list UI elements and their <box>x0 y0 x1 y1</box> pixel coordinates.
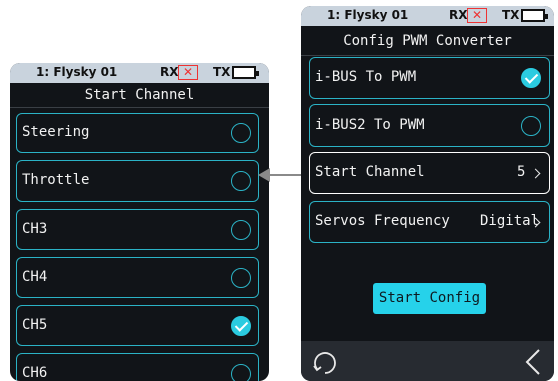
empty-circle-icon <box>231 123 251 143</box>
ibus-to-pwm-option[interactable]: i-BUS To PWM <box>309 57 550 99</box>
start-channel-screen: 1: Flysky 01 RX ✕ TX Start Channel Steer… <box>10 63 269 381</box>
model-name: 1: Flysky 01 <box>36 65 118 79</box>
config-pwm-screen: 1: Flysky 01 RX ✕ TX Config PWM Converte… <box>301 6 554 381</box>
x-mark-icon: ✕ <box>178 65 198 80</box>
status-bar: 1: Flysky 01 RX ✕ TX <box>301 6 554 26</box>
empty-circle-icon <box>231 364 251 381</box>
option-label: Steering <box>22 124 90 140</box>
channel-option-ch3[interactable]: CH3 <box>16 209 259 250</box>
model-name: 1: Flysky 01 <box>327 8 409 22</box>
back-chevron-icon[interactable] <box>523 348 543 376</box>
option-label: i-BUS2 To PWM <box>315 117 425 133</box>
option-label: CH4 <box>22 269 48 285</box>
empty-circle-icon <box>521 116 541 136</box>
channel-option-ch6[interactable]: CH6 <box>16 353 259 381</box>
servos-frequency-item[interactable]: Servos Frequency Digital <box>309 201 550 243</box>
channel-option-ch4[interactable]: CH4 <box>16 257 259 298</box>
servos-frequency-label: Servos Frequency <box>315 213 450 229</box>
rotate-icon[interactable] <box>311 349 339 377</box>
battery-icon <box>521 9 548 22</box>
tx-label: TX <box>213 65 231 79</box>
empty-circle-icon <box>231 268 251 288</box>
chevron-right-icon <box>530 168 541 179</box>
status-bar: 1: Flysky 01 RX ✕ TX <box>10 63 269 83</box>
check-circle-icon <box>231 316 251 336</box>
start-config-button[interactable]: Start Config <box>373 283 486 314</box>
battery-icon <box>232 66 259 79</box>
tx-label: TX <box>502 8 520 22</box>
arrow-left-icon <box>258 168 302 182</box>
option-label: CH5 <box>22 317 48 333</box>
rx-label: RX <box>160 65 179 79</box>
channel-option-throttle[interactable]: Throttle <box>16 160 259 202</box>
option-label: CH6 <box>22 365 48 381</box>
x-mark-icon: ✕ <box>467 8 487 23</box>
option-label: CH3 <box>22 221 48 237</box>
channel-option-steering[interactable]: Steering <box>16 113 259 153</box>
start-channel-value: 5 <box>517 164 526 180</box>
empty-circle-icon <box>231 171 251 191</box>
empty-circle-icon <box>231 220 251 240</box>
option-label: i-BUS To PWM <box>315 69 417 85</box>
check-circle-icon <box>521 68 541 88</box>
channel-option-ch5[interactable]: CH5 <box>16 305 259 346</box>
screen-title: Config PWM Converter <box>301 26 554 56</box>
start-channel-label: Start Channel <box>315 164 425 180</box>
bottom-bar <box>301 341 554 381</box>
option-label: Throttle <box>22 172 90 188</box>
rx-label: RX <box>449 8 468 22</box>
screen-title: Start Channel <box>10 83 269 108</box>
start-channel-item[interactable]: Start Channel 5 <box>309 152 550 194</box>
ibus2-to-pwm-option[interactable]: i-BUS2 To PWM <box>309 104 550 147</box>
